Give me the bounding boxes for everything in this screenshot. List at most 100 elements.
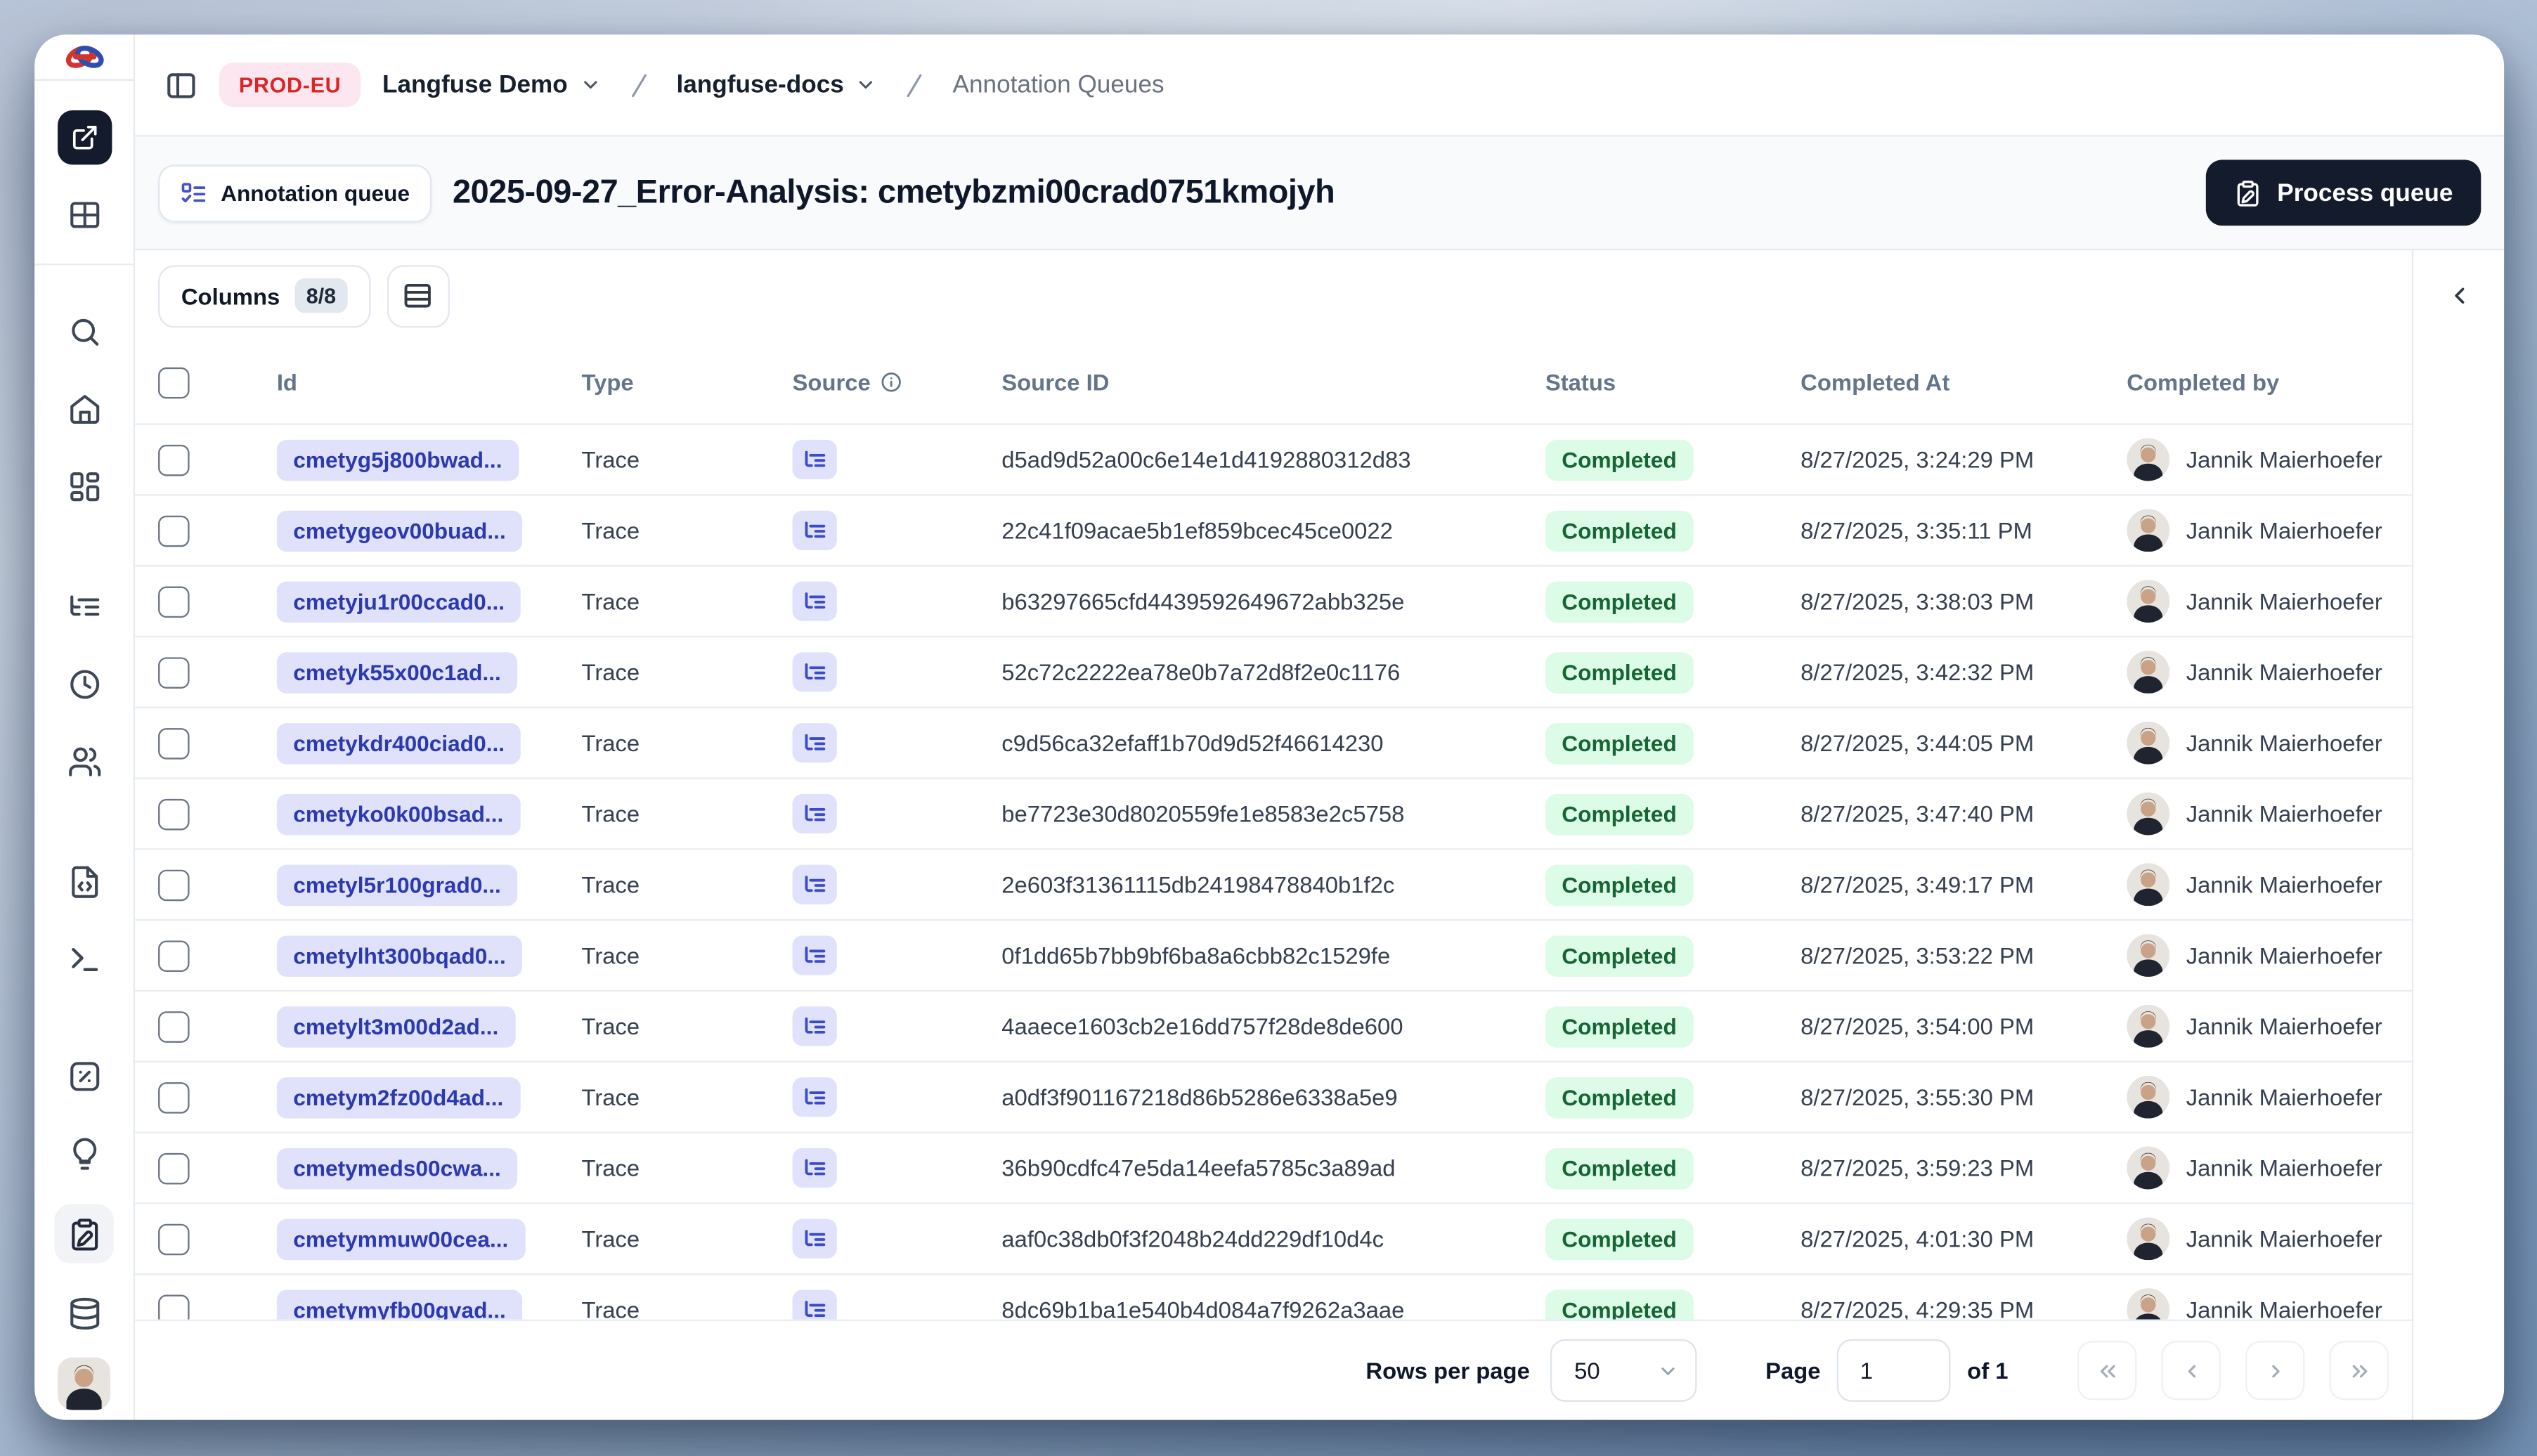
breadcrumb-section[interactable]: Annotation Queues bbox=[953, 71, 1164, 99]
row-id-badge[interactable]: cmetyk55x00c1ad... bbox=[276, 651, 518, 693]
table-row[interactable]: cmetylt3m00d2ad... Trace 4aaece1603cb2e1… bbox=[135, 989, 2412, 1061]
previous-page-button[interactable] bbox=[2161, 1341, 2221, 1400]
sidebar-item-search[interactable] bbox=[57, 305, 111, 359]
row-id-badge[interactable]: cmetylht300bqad0... bbox=[276, 935, 523, 976]
trace-source-chip[interactable] bbox=[792, 439, 837, 480]
next-page-button[interactable] bbox=[2245, 1341, 2305, 1400]
status-badge: Completed bbox=[1545, 509, 1694, 552]
row-id-badge[interactable]: cmetyko0k00bsad... bbox=[276, 793, 520, 835]
row-id-badge[interactable]: cmetygeov00buad... bbox=[276, 509, 523, 552]
clock-icon bbox=[70, 670, 99, 699]
trace-source-chip[interactable] bbox=[792, 510, 837, 550]
last-page-button[interactable] bbox=[2329, 1341, 2389, 1400]
table-row[interactable]: cmetymeds00cwa... Trace 36b90cdfc47e5da1… bbox=[135, 1131, 2412, 1202]
columns-label: Columns bbox=[181, 282, 280, 309]
row-source-id: c9d56ca32efaff1b70d9d52f46614230 bbox=[1001, 729, 1384, 756]
sidebar-item-tracing[interactable] bbox=[57, 580, 111, 634]
row-checkbox[interactable] bbox=[158, 798, 190, 830]
row-source-id: be7723e30d8020559fe1e8583e2c5758 bbox=[1001, 800, 1405, 827]
avatar bbox=[2127, 580, 2170, 623]
sidebar-item-datasets[interactable] bbox=[57, 1287, 111, 1341]
column-header-source[interactable]: Source bbox=[770, 369, 979, 396]
first-page-button[interactable] bbox=[2077, 1341, 2137, 1400]
table-row[interactable]: cmetylht300bqad0... Trace 0f1dd65b7bb9bf… bbox=[135, 919, 2412, 990]
row-checkbox[interactable] bbox=[158, 514, 190, 547]
environment-badge[interactable]: PROD-EU bbox=[219, 63, 361, 108]
row-id-badge[interactable]: cmetymeds00cwa... bbox=[276, 1147, 518, 1189]
row-checkbox[interactable] bbox=[158, 1223, 190, 1255]
row-checkbox[interactable] bbox=[158, 940, 190, 971]
select-all-checkbox[interactable] bbox=[158, 366, 190, 398]
clipboard-pen-icon bbox=[71, 1218, 98, 1250]
rows-per-page-value: 50 bbox=[1574, 1357, 1600, 1384]
column-header-type[interactable]: Type bbox=[559, 369, 770, 396]
table-row[interactable]: cmetygeov00buad... Trace 22c41f09acae5b1… bbox=[135, 494, 2412, 565]
row-id-badge[interactable]: cmetyju1r00ccad0... bbox=[276, 580, 521, 622]
row-checkbox[interactable] bbox=[158, 585, 190, 617]
row-completed-at: 8/27/2025, 3:24:29 PM bbox=[1800, 446, 2035, 473]
trace-source-chip[interactable] bbox=[792, 1006, 837, 1046]
table-row[interactable]: cmetyl5r100grad0... Trace 2e603f31361115… bbox=[135, 848, 2412, 919]
sidebar-item-scores[interactable] bbox=[57, 1049, 111, 1103]
table-row[interactable]: cmetymmuw00cea... Trace aaf0c38db0f3f204… bbox=[135, 1202, 2412, 1273]
row-id-badge[interactable]: cmetyl5r100grad0... bbox=[276, 864, 518, 906]
column-header-id[interactable]: Id bbox=[254, 369, 559, 396]
chevron-down-icon bbox=[583, 81, 597, 89]
row-checkbox[interactable] bbox=[158, 1010, 190, 1042]
sidebar-item-playground[interactable] bbox=[57, 932, 111, 987]
row-checkbox[interactable] bbox=[158, 1081, 190, 1113]
table-row[interactable]: cmetyko0k00bsad... Trace be7723e30d80205… bbox=[135, 777, 2412, 848]
row-id-badge[interactable]: cmetykdr400ciad0... bbox=[276, 722, 521, 764]
row-height-button[interactable] bbox=[387, 264, 450, 327]
terminal-icon bbox=[70, 947, 98, 971]
langfuse-logo[interactable] bbox=[34, 34, 134, 81]
open-external-button[interactable] bbox=[56, 110, 112, 165]
page-number-input[interactable] bbox=[1836, 1339, 1951, 1402]
square-percent-icon bbox=[70, 1062, 99, 1091]
sidebar-item-annotation-queues[interactable] bbox=[54, 1204, 114, 1263]
user-avatar[interactable] bbox=[58, 1357, 111, 1419]
columns-button[interactable]: Columns 8/8 bbox=[158, 264, 371, 327]
trace-source-chip[interactable] bbox=[792, 793, 837, 834]
expand-panel-button[interactable] bbox=[2436, 272, 2482, 318]
table-row[interactable]: cmetym2fz00d4ad... Trace a0df3f901167218… bbox=[135, 1060, 2412, 1132]
column-header-status[interactable]: Status bbox=[1522, 369, 1777, 396]
trace-source-chip[interactable] bbox=[792, 581, 837, 621]
column-header-completed-at[interactable]: Completed At bbox=[1777, 369, 2103, 396]
trace-source-chip[interactable] bbox=[792, 723, 837, 763]
trace-source-chip[interactable] bbox=[792, 935, 837, 975]
sidebar-item-home[interactable] bbox=[57, 382, 111, 436]
row-checkbox[interactable] bbox=[158, 727, 190, 759]
sidebar-item-users[interactable] bbox=[57, 734, 111, 788]
row-id-badge[interactable]: cmetylt3m00d2ad... bbox=[276, 1006, 515, 1047]
table-row[interactable]: cmetykdr400ciad0... Trace c9d56ca32efaff… bbox=[135, 706, 2412, 778]
trace-source-chip[interactable] bbox=[792, 864, 837, 904]
sidebar-item-tables[interactable] bbox=[57, 188, 111, 242]
breadcrumb-project[interactable]: langfuse-docs bbox=[676, 71, 876, 99]
row-checkbox[interactable] bbox=[158, 869, 190, 901]
sidebar-toggle-button[interactable] bbox=[164, 68, 197, 101]
row-completed-at: 8/27/2025, 3:47:40 PM bbox=[1800, 800, 2035, 827]
sidebar-item-evaluators[interactable] bbox=[57, 1126, 111, 1181]
trace-source-chip[interactable] bbox=[792, 652, 837, 692]
row-checkbox[interactable] bbox=[158, 656, 190, 688]
row-id-badge[interactable]: cmetymmuw00cea... bbox=[276, 1218, 525, 1260]
table-row[interactable]: cmetyju1r00ccad0... Trace b63297665cfd44… bbox=[135, 565, 2412, 636]
trace-source-chip[interactable] bbox=[792, 1077, 837, 1117]
rows-per-page-select[interactable]: 50 bbox=[1550, 1339, 1696, 1402]
column-header-completed-by[interactable]: Completed by bbox=[2103, 369, 2411, 396]
trace-source-chip[interactable] bbox=[792, 1218, 837, 1259]
row-id-badge[interactable]: cmetyg5j800bwad... bbox=[276, 438, 519, 481]
table-row[interactable]: cmetyk55x00c1ad... Trace 52c72c2222ea78e… bbox=[135, 635, 2412, 707]
sidebar-item-sessions[interactable] bbox=[57, 657, 111, 711]
sidebar-item-prompts[interactable] bbox=[57, 855, 111, 909]
sidebar-item-dashboards[interactable] bbox=[57, 460, 111, 514]
process-queue-button[interactable]: Process queue bbox=[2206, 160, 2481, 226]
column-header-source-id[interactable]: Source ID bbox=[978, 369, 1522, 396]
trace-source-chip[interactable] bbox=[792, 1148, 837, 1188]
row-id-badge[interactable]: cmetym2fz00d4ad... bbox=[276, 1076, 520, 1118]
row-checkbox[interactable] bbox=[158, 1152, 190, 1184]
table-row[interactable]: cmetyg5j800bwad... Trace d5ad9d52a00c6e1… bbox=[135, 423, 2412, 494]
breadcrumb-org[interactable]: Langfuse Demo bbox=[382, 71, 601, 99]
row-checkbox[interactable] bbox=[158, 443, 190, 476]
